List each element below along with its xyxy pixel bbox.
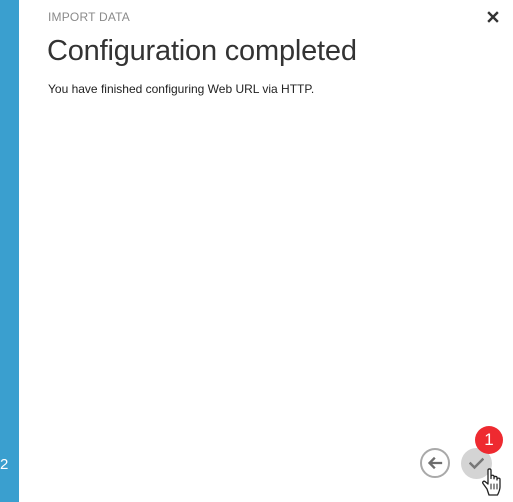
import-data-dialog: 2 IMPORT DATA Configuration completed Yo… <box>0 0 513 502</box>
sidebar-step-number: 2 <box>0 456 9 473</box>
wizard-sidebar: 2 <box>0 0 19 502</box>
dialog-label: IMPORT DATA <box>48 10 130 24</box>
arrow-left-icon <box>427 456 443 470</box>
page-title: Configuration completed <box>47 35 357 67</box>
hand-cursor-icon <box>482 468 501 496</box>
annotation-step-badge: 1 <box>475 426 503 454</box>
back-button[interactable] <box>420 448 450 478</box>
close-icon <box>487 11 499 23</box>
close-button[interactable] <box>486 10 500 24</box>
completion-message: You have finished configuring Web URL vi… <box>48 82 315 96</box>
